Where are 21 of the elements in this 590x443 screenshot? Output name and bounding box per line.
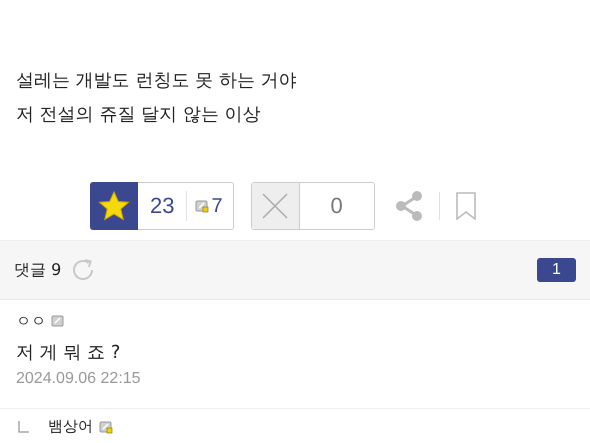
share-icon[interactable]: [394, 191, 423, 221]
refresh-icon[interactable]: [71, 258, 96, 282]
fixed-member-count: 7: [211, 194, 223, 218]
post-text: 저 전설의 쥬질 달지 않는 이상: [16, 103, 262, 127]
comment-count: 댓글 9: [14, 260, 62, 280]
comment-author: ㅇㅇ: [16, 312, 46, 330]
reply-author: 뱀상어: [48, 417, 93, 436]
member-icon: [99, 420, 113, 434]
post-text: 설레는 개발도 런칭도 못 하는 거야: [16, 69, 298, 93]
comment-text: 저 게 뭐 죠 ?: [16, 341, 122, 365]
bookmark-icon[interactable]: [456, 192, 476, 220]
recommend-count: 23: [149, 193, 176, 219]
recommend-button[interactable]: [90, 182, 138, 230]
member-icon: [195, 199, 210, 213]
comment-time: 2024.09.06 22:15: [16, 370, 142, 388]
downvote-button[interactable]: [252, 183, 300, 229]
page-button[interactable]: 1: [537, 258, 576, 282]
member-icon: [51, 314, 65, 328]
star-icon: [98, 191, 130, 221]
cross-icon: [262, 193, 288, 219]
downvote-count: 0: [329, 193, 344, 219]
